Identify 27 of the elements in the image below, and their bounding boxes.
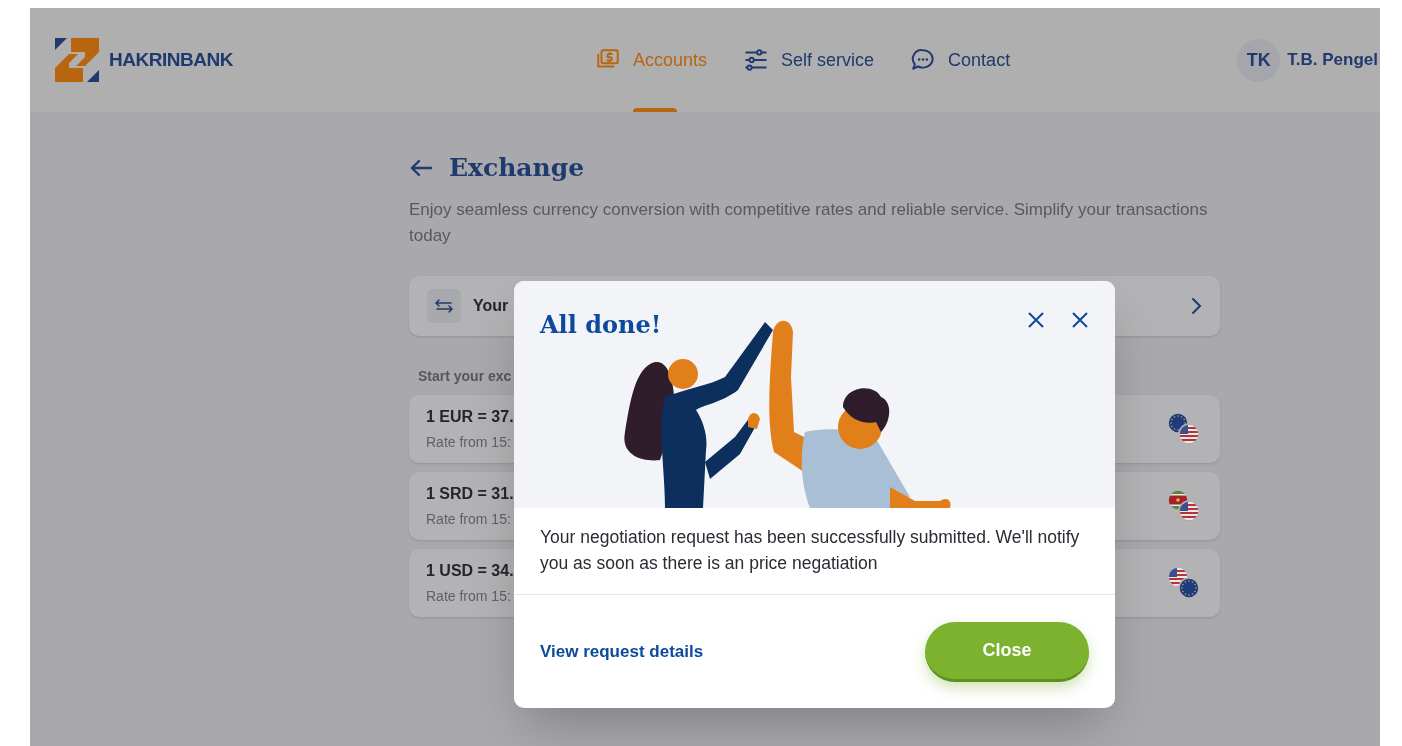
rate-pair: 1 EUR = 37. (426, 406, 514, 427)
close-button[interactable]: Close (925, 621, 1089, 682)
link-label: Your (473, 295, 509, 316)
nav-tab[interactable]: Self service (743, 8, 875, 112)
dialog-title: All done! (540, 309, 662, 341)
chevron-right-icon (1190, 296, 1202, 315)
rate-time: Rate from 15: (426, 509, 512, 529)
rate-pair: 1 SRD = 31. (426, 483, 514, 504)
close-icon[interactable] (1071, 311, 1089, 329)
rate-time: Rate from 15: (426, 586, 512, 606)
nav-tab[interactable]: Contact (910, 8, 1011, 112)
rate-pair: 1 USD = 34. (426, 560, 514, 581)
brand-name: HAKRINBANK (109, 47, 234, 72)
user-avatar[interactable]: TK (1237, 38, 1281, 82)
view-details-link[interactable]: View request details (540, 638, 704, 665)
logo-icon (55, 38, 99, 82)
user-name[interactable]: T.B. Pengel (1287, 47, 1378, 73)
back-arrow-icon[interactable] (409, 158, 433, 177)
sliders-icon (743, 47, 770, 73)
page-description: Enjoy seamless currency conversion with competitive rates and reliable service. Simplify your transactions today (409, 198, 1209, 247)
swap-arrows-icon (427, 288, 461, 323)
section-label: Start your exc (418, 366, 513, 386)
rate-time: Rate from 15: (426, 432, 512, 452)
dialog-message: Your negotiation request has been successfully submitted. We'll notify you as soon as there is an price negatiation (514, 508, 1115, 595)
chat-bubble-icon (910, 47, 937, 73)
close-icon[interactable] (1027, 311, 1045, 329)
page-title: Exchange (449, 152, 585, 184)
